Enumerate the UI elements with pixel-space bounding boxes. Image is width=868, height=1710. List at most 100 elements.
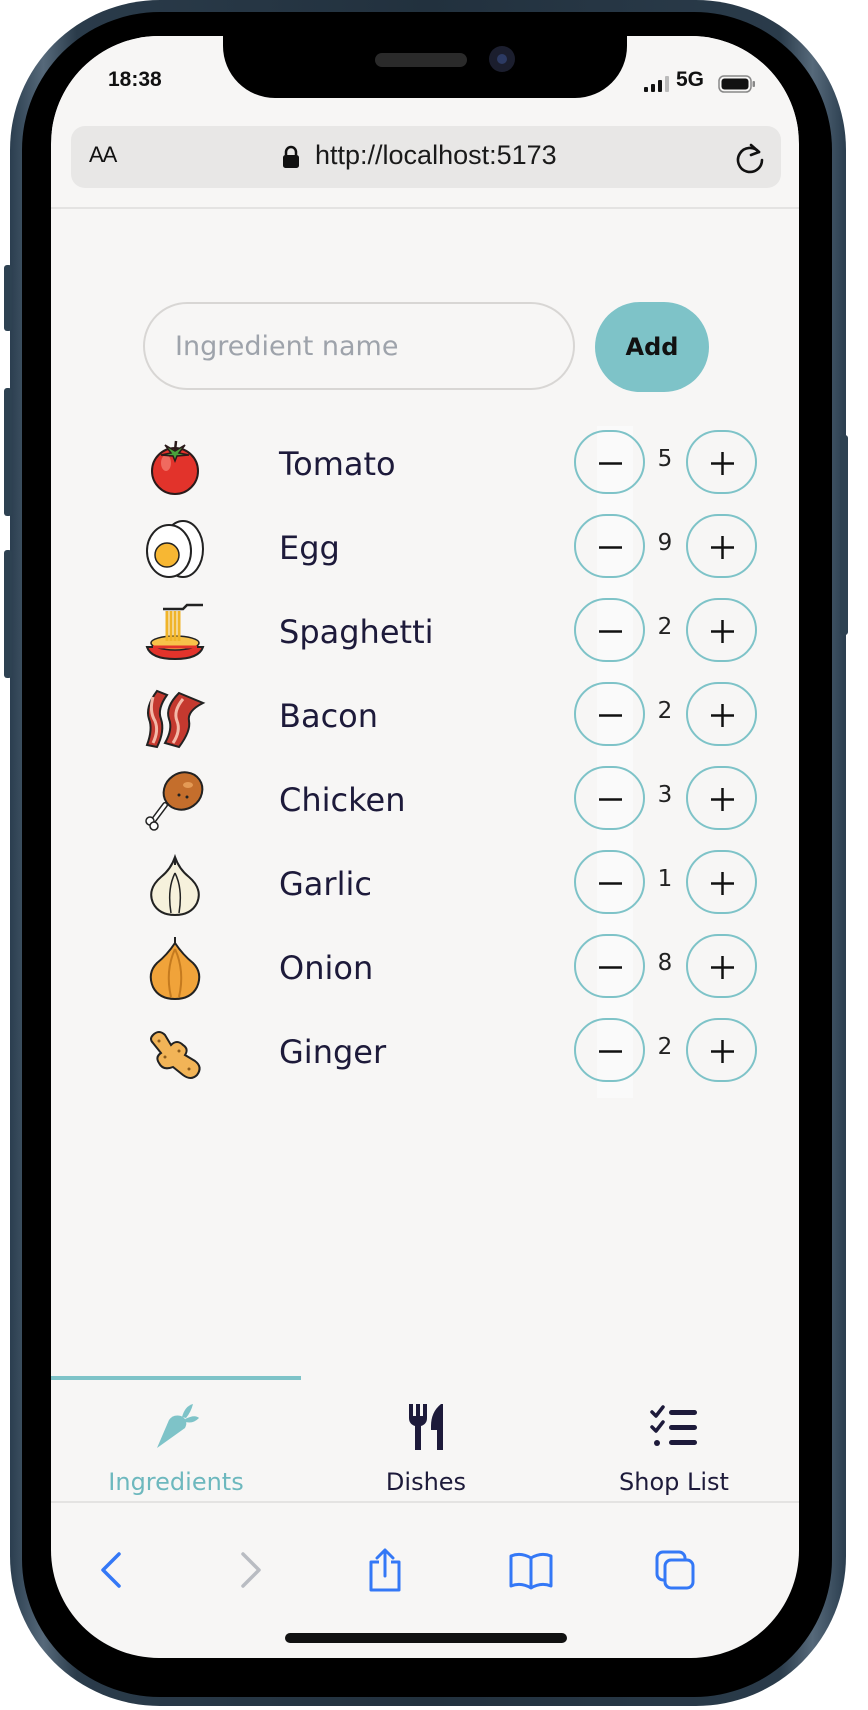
screen: 18:38 5G AA http://localhost:5173 Ingred… bbox=[51, 36, 799, 1658]
ingredient-row-bacon: Bacon 2 bbox=[143, 682, 757, 752]
tab-dishes[interactable]: Dishes bbox=[301, 1386, 551, 1496]
decrease-button[interactable] bbox=[574, 766, 645, 830]
quantity-value: 2 bbox=[657, 614, 673, 640]
ingredient-name-input[interactable] bbox=[143, 302, 575, 390]
tab-ingredients[interactable]: Ingredients bbox=[51, 1386, 301, 1496]
increase-button[interactable] bbox=[686, 934, 757, 998]
speaker-grill bbox=[375, 53, 467, 67]
ingredient-name: Bacon bbox=[279, 697, 379, 735]
increase-button[interactable] bbox=[686, 1018, 757, 1082]
minus-icon bbox=[599, 966, 622, 969]
minus-icon bbox=[599, 798, 622, 801]
decrease-button[interactable] bbox=[574, 514, 645, 578]
network-label: 5G bbox=[676, 68, 705, 91]
ingredient-name: Ginger bbox=[279, 1033, 387, 1071]
decrease-button[interactable] bbox=[574, 430, 645, 494]
status-time: 18:38 bbox=[108, 68, 162, 91]
garlic-icon bbox=[150, 853, 200, 917]
carrot-icon bbox=[157, 1404, 199, 1448]
ingredient-row-chicken: Chicken 3 bbox=[143, 766, 757, 836]
tabs-icon[interactable] bbox=[653, 1548, 697, 1592]
bookmarks-icon[interactable] bbox=[509, 1548, 553, 1592]
ingredient-name: Chicken bbox=[279, 781, 406, 819]
increase-button[interactable] bbox=[686, 514, 757, 578]
fork-knife-icon bbox=[409, 1404, 443, 1450]
signal-icon bbox=[644, 76, 669, 92]
address-bar-divider bbox=[51, 207, 799, 209]
ingredient-row-onion: Onion 8 bbox=[143, 934, 757, 1004]
minus-icon bbox=[599, 1050, 622, 1053]
share-icon[interactable] bbox=[363, 1548, 407, 1592]
quantity-value: 5 bbox=[657, 446, 673, 472]
minus-icon bbox=[599, 462, 622, 465]
reload-icon[interactable] bbox=[733, 141, 767, 175]
plus-icon bbox=[711, 704, 734, 727]
egg-icon bbox=[146, 520, 204, 578]
decrease-button[interactable] bbox=[574, 682, 645, 746]
tab-label: Shop List bbox=[619, 1468, 729, 1496]
tab-label: Dishes bbox=[385, 1468, 467, 1496]
increase-button[interactable] bbox=[686, 598, 757, 662]
back-icon[interactable] bbox=[91, 1548, 135, 1592]
forward-icon[interactable] bbox=[227, 1548, 271, 1592]
plus-icon bbox=[711, 872, 734, 895]
lock-icon bbox=[283, 145, 299, 168]
ingredient-name: Egg bbox=[279, 529, 340, 567]
increase-button[interactable] bbox=[686, 430, 757, 494]
minus-icon bbox=[599, 882, 622, 885]
notch bbox=[223, 36, 627, 98]
ginger-icon bbox=[150, 1031, 201, 1079]
decrease-button[interactable] bbox=[574, 1018, 645, 1082]
active-tab-indicator bbox=[51, 1376, 301, 1380]
ingredient-row-ginger: Ginger 2 bbox=[143, 1018, 757, 1088]
ingredient-name: Onion bbox=[279, 949, 374, 987]
checklist-icon bbox=[650, 1405, 697, 1446]
volume-up-button bbox=[4, 388, 12, 516]
power-button bbox=[840, 435, 848, 635]
address-bar[interactable]: AA http://localhost:5173 bbox=[71, 126, 781, 188]
tab-shop-list[interactable]: Shop List bbox=[549, 1386, 799, 1496]
plus-icon bbox=[711, 788, 734, 811]
home-indicator bbox=[285, 1633, 567, 1643]
ingredient-row-egg: Egg 9 bbox=[143, 514, 757, 584]
front-camera bbox=[489, 46, 515, 72]
plus-icon bbox=[711, 452, 734, 475]
decrease-button[interactable] bbox=[574, 598, 645, 662]
ingredient-row-tomato: Tomato 5 bbox=[143, 430, 757, 500]
decrease-button[interactable] bbox=[574, 850, 645, 914]
increase-button[interactable] bbox=[686, 682, 757, 746]
url-text[interactable]: http://localhost:5173 bbox=[315, 140, 557, 171]
add-button[interactable]: Add bbox=[595, 302, 709, 392]
ingredient-row-garlic: Garlic 1 bbox=[143, 850, 757, 920]
text-size-button[interactable]: AA bbox=[89, 142, 117, 168]
onion-icon bbox=[149, 937, 201, 1001]
ingredient-name: Spaghetti bbox=[279, 613, 434, 651]
spaghetti-icon bbox=[145, 603, 205, 661]
quantity-value: 1 bbox=[657, 866, 673, 892]
quantity-value: 8 bbox=[657, 950, 673, 976]
mute-switch bbox=[4, 265, 12, 331]
plus-icon bbox=[711, 536, 734, 559]
decrease-button[interactable] bbox=[574, 934, 645, 998]
ingredient-name: Tomato bbox=[279, 445, 396, 483]
battery-icon bbox=[718, 75, 755, 93]
plus-icon bbox=[711, 1040, 734, 1063]
minus-icon bbox=[599, 630, 622, 633]
bacon-icon bbox=[145, 689, 206, 749]
minus-icon bbox=[599, 546, 622, 549]
minus-icon bbox=[599, 714, 622, 717]
increase-button[interactable] bbox=[686, 766, 757, 830]
plus-icon bbox=[711, 620, 734, 643]
quantity-value: 2 bbox=[657, 1034, 673, 1060]
tomato-icon bbox=[151, 440, 199, 495]
increase-button[interactable] bbox=[686, 850, 757, 914]
plus-icon bbox=[711, 956, 734, 979]
ingredient-row-spaghetti: Spaghetti 2 bbox=[143, 598, 757, 668]
tab-label: Ingredients bbox=[108, 1468, 244, 1496]
ingredient-name: Garlic bbox=[279, 865, 372, 903]
volume-down-button bbox=[4, 550, 12, 678]
quantity-value: 3 bbox=[657, 782, 673, 808]
chicken-leg-icon bbox=[145, 771, 204, 831]
quantity-value: 9 bbox=[657, 530, 673, 556]
quantity-value: 2 bbox=[657, 698, 673, 724]
